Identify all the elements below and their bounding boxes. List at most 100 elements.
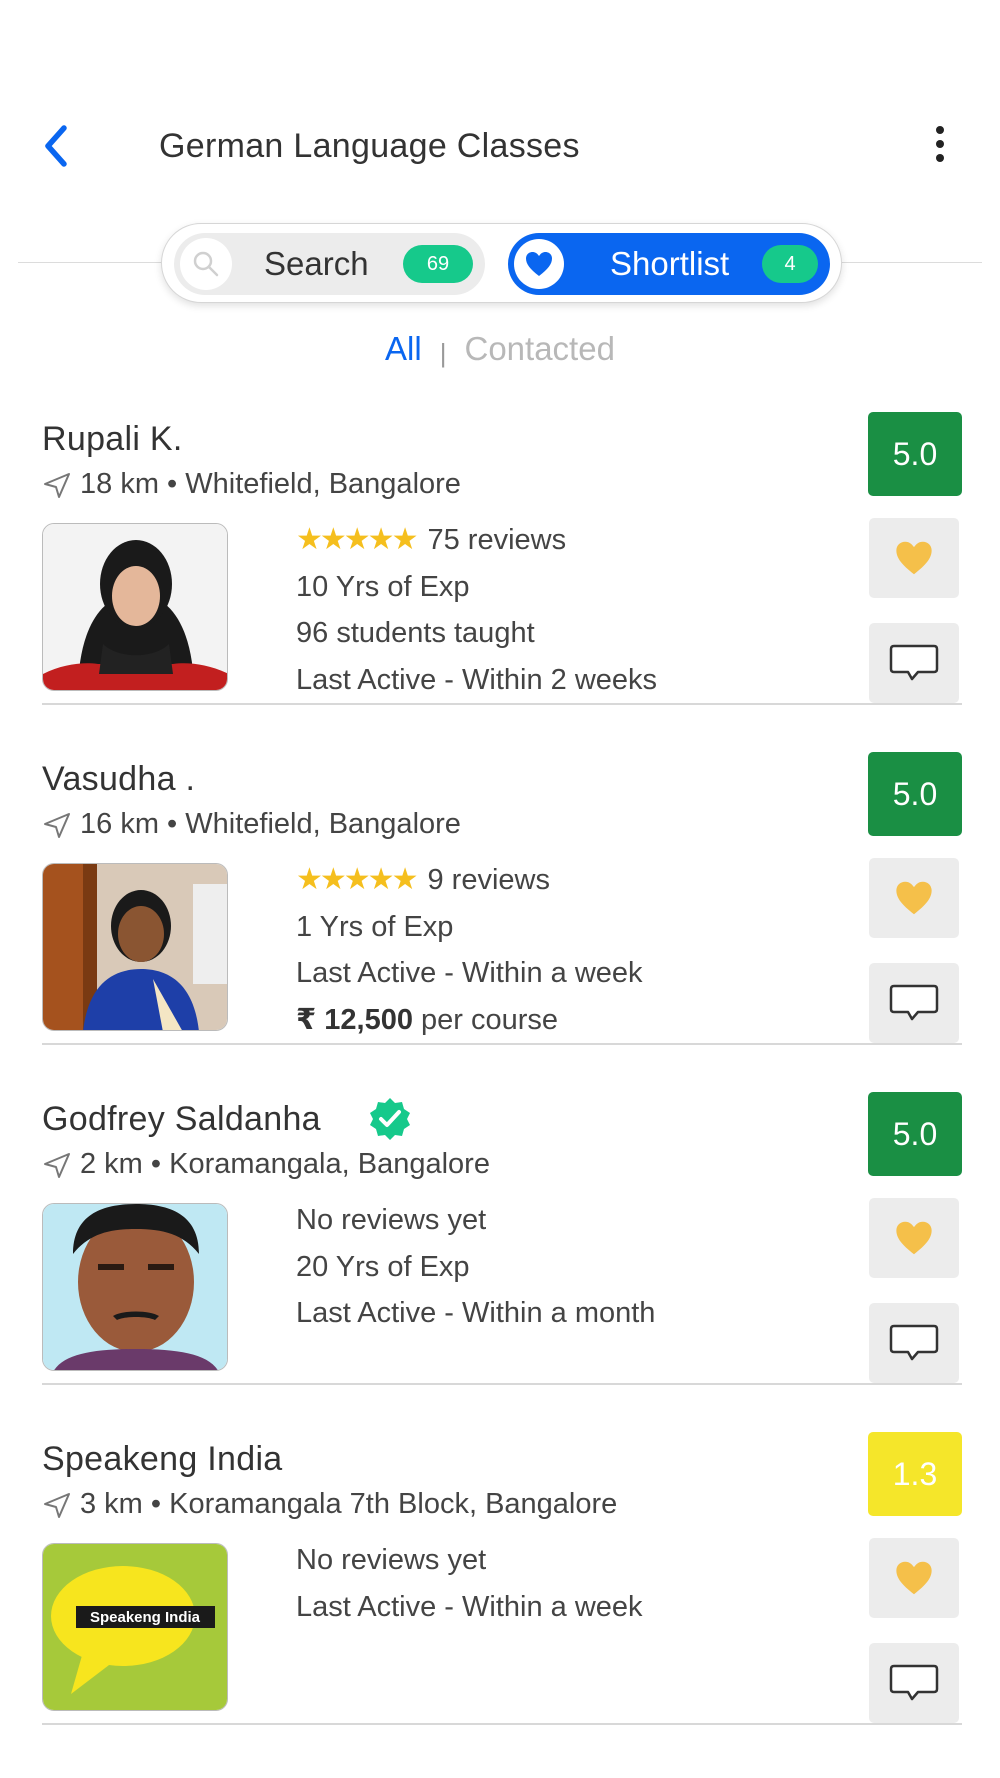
currency-symbol: ₹ <box>296 1003 317 1036</box>
more-dot <box>936 140 944 148</box>
tutor-card[interactable]: Godfrey Saldanha 2 km • Koramangala, Ban… <box>0 1092 1000 1440</box>
chat-button[interactable] <box>869 1643 959 1723</box>
star-rating-icon: ★★★★★ <box>296 863 418 896</box>
tutor-photo[interactable] <box>42 523 228 691</box>
tutor-details: No reviews yet Last Active - Within a we… <box>296 1537 643 1630</box>
tutor-location: 2 km • Koramangala, Bangalore <box>42 1148 490 1181</box>
verified-badge-icon <box>370 1098 410 1140</box>
tutor-avatar-image <box>43 864 227 1030</box>
tutor-avatar-image <box>43 1204 227 1370</box>
tutor-location: 16 km • Whitefield, Bangalore <box>42 808 461 841</box>
rating-badge: 5.0 <box>868 412 962 496</box>
tutor-distance: 3 km <box>80 1488 143 1520</box>
tutor-last-active: Last Active - Within a week <box>296 957 643 989</box>
shortlist-tab-label: Shortlist <box>610 245 730 282</box>
tutor-area: Whitefield, Bangalore <box>185 468 461 500</box>
tutor-photo[interactable] <box>42 1203 228 1371</box>
tutor-name[interactable]: Speakeng India <box>42 1440 283 1479</box>
price-unit: per course <box>421 1003 559 1036</box>
star-rating-icon: ★★★★★ <box>296 523 418 556</box>
tutor-experience: 10 Yrs of Exp <box>296 570 470 603</box>
search-icon <box>180 238 232 290</box>
contact-filter: All | Contacted <box>0 330 1000 368</box>
tutor-details: ★★★★★ 9 reviews 1 Yrs of Exp Last Active … <box>296 857 643 1043</box>
tutor-reviews: 75 reviews <box>427 524 567 556</box>
chat-button[interactable] <box>869 963 959 1043</box>
chat-bubble-icon <box>889 1324 939 1361</box>
logo-text: Speakeng India <box>90 1609 201 1626</box>
tutor-reviews: No reviews yet <box>296 1544 487 1576</box>
tutor-avatar-image <box>43 524 227 690</box>
search-tab[interactable]: Search 69 <box>174 233 485 295</box>
tutor-last-active: Last Active - Within a week <box>296 1590 643 1623</box>
tutor-reviews-row: ★★★★★ 9 reviews <box>296 857 643 904</box>
tutor-distance: 2 km <box>80 1148 143 1180</box>
more-options-button[interactable] <box>928 124 952 164</box>
chat-bubble-icon <box>889 1664 939 1701</box>
tutor-location: 18 km • Whitefield, Bangalore <box>42 468 461 501</box>
tutor-reviews: No reviews yet <box>296 1204 487 1236</box>
tutor-students: 96 students taught <box>296 617 535 649</box>
tutor-name[interactable]: Rupali K. <box>42 420 183 459</box>
tutor-distance: 16 km <box>80 808 159 840</box>
back-button[interactable] <box>38 120 82 172</box>
filter-contacted[interactable]: Contacted <box>465 330 615 367</box>
search-shortlist-toggle: Search 69 Shortlist 4 <box>161 223 842 303</box>
search-count-badge: 69 <box>403 245 473 283</box>
heart-icon <box>896 1221 932 1255</box>
heart-icon <box>896 1561 932 1595</box>
search-tab-label: Search <box>264 245 369 282</box>
tutor-name[interactable]: Vasudha . <box>42 760 195 799</box>
shortlist-button[interactable] <box>869 1538 959 1618</box>
more-dot <box>936 126 944 134</box>
rating-badge: 5.0 <box>868 1092 962 1176</box>
tutor-price: ₹ 12,500 per course <box>296 997 643 1044</box>
shortlist-tab[interactable]: Shortlist 4 <box>508 233 830 295</box>
tutor-card[interactable]: Rupali K. 18 km • Whitefield, Bangalore … <box>0 412 1000 760</box>
shortlist-count-badge: 4 <box>762 245 818 283</box>
tutor-name[interactable]: Godfrey Saldanha <box>42 1100 321 1139</box>
navigation-arrow-icon <box>44 1492 70 1518</box>
filter-all[interactable]: All <box>385 330 422 367</box>
chat-button[interactable] <box>869 623 959 703</box>
chat-button[interactable] <box>869 1303 959 1383</box>
tutor-last-active: Last Active - Within a month <box>296 1297 656 1329</box>
shortlist-button[interactable] <box>869 858 959 938</box>
tutor-area: Koramangala 7th Block, Bangalore <box>169 1488 618 1520</box>
shortlist-button[interactable] <box>869 1198 959 1278</box>
card-divider <box>42 1723 962 1725</box>
tutor-card[interactable]: Speakeng India 3 km • Koramangala 7th Bl… <box>0 1432 1000 1778</box>
more-dot <box>936 154 944 162</box>
tutor-distance: 18 km <box>80 468 159 500</box>
heart-icon <box>896 541 932 575</box>
card-divider <box>42 1383 962 1385</box>
tutor-reviews: 9 reviews <box>427 864 550 896</box>
navigation-arrow-icon <box>44 472 70 498</box>
navigation-arrow-icon <box>44 1152 70 1178</box>
price-amount: 12,500 <box>324 1003 413 1036</box>
tutor-details: No reviews yet 20 Yrs of Exp Last Active… <box>296 1197 655 1337</box>
tutor-details: ★★★★★ 75 reviews 10 Yrs of Exp 96 student… <box>296 517 657 703</box>
heart-icon <box>896 881 932 915</box>
tutor-experience: 20 Yrs of Exp <box>296 1250 470 1283</box>
tutor-location: 3 km • Koramangala 7th Block, Bangalore <box>42 1488 617 1521</box>
tutor-photo[interactable] <box>42 863 228 1031</box>
tutor-card[interactable]: Vasudha . 16 km • Whitefield, Bangalore … <box>0 752 1000 1100</box>
chat-bubble-icon <box>889 644 939 681</box>
rating-badge: 5.0 <box>868 752 962 836</box>
chat-bubble-icon <box>889 984 939 1021</box>
navigation-arrow-icon <box>44 812 70 838</box>
tutor-photo[interactable]: Speakeng India <box>42 1543 228 1711</box>
chevron-left-icon <box>45 125 67 167</box>
tutor-reviews-row: ★★★★★ 75 reviews <box>296 517 657 564</box>
card-divider <box>42 1043 962 1045</box>
rating-badge: 1.3 <box>868 1432 962 1516</box>
app-header: German Language Classes <box>0 0 1000 200</box>
tutor-area: Koramangala, Bangalore <box>169 1148 490 1180</box>
tutor-experience: 1 Yrs of Exp <box>296 910 454 943</box>
heart-icon <box>514 239 564 289</box>
speakeng-logo-image: Speakeng India <box>43 1544 227 1710</box>
shortlist-button[interactable] <box>869 518 959 598</box>
page-title: German Language Classes <box>159 127 580 165</box>
filter-separator: | <box>439 338 447 368</box>
